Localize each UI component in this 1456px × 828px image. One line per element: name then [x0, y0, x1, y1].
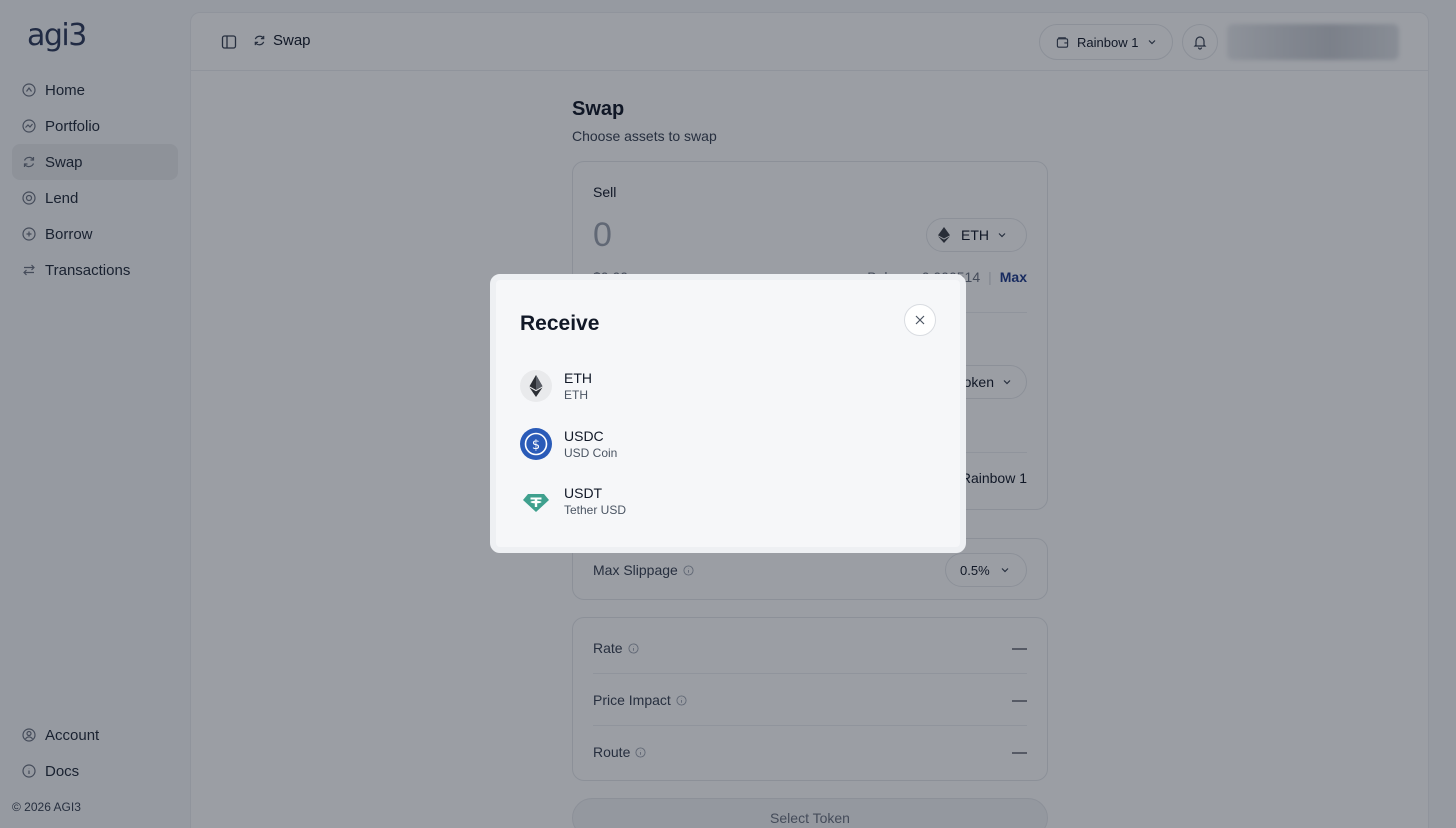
token-symbol: USDC: [564, 428, 604, 444]
token-symbol: ETH: [564, 370, 592, 386]
eth-icon: [520, 370, 552, 402]
receive-token-modal: Receive ETH ETH $ USDC USD Coin USDT Tet…: [490, 274, 966, 553]
token-symbol: USDT: [564, 485, 603, 501]
token-text: USDC USD Coin: [564, 427, 617, 461]
token-option-usdt[interactable]: USDT Tether USD: [520, 481, 626, 521]
close-button[interactable]: [904, 304, 936, 336]
token-name: Tether USD: [564, 503, 627, 517]
token-text: USDT Tether USD: [564, 484, 626, 518]
token-name: ETH: [564, 388, 588, 402]
modal-title: Receive: [520, 312, 600, 335]
usdc-icon: $: [520, 428, 552, 460]
token-option-eth[interactable]: ETH ETH: [520, 366, 592, 406]
close-icon: [914, 314, 926, 326]
svg-text:$: $: [532, 438, 540, 453]
token-option-usdc[interactable]: $ USDC USD Coin: [520, 424, 617, 464]
token-text: ETH ETH: [564, 369, 592, 403]
usdt-icon: [520, 485, 552, 517]
token-name: USD Coin: [564, 446, 618, 460]
